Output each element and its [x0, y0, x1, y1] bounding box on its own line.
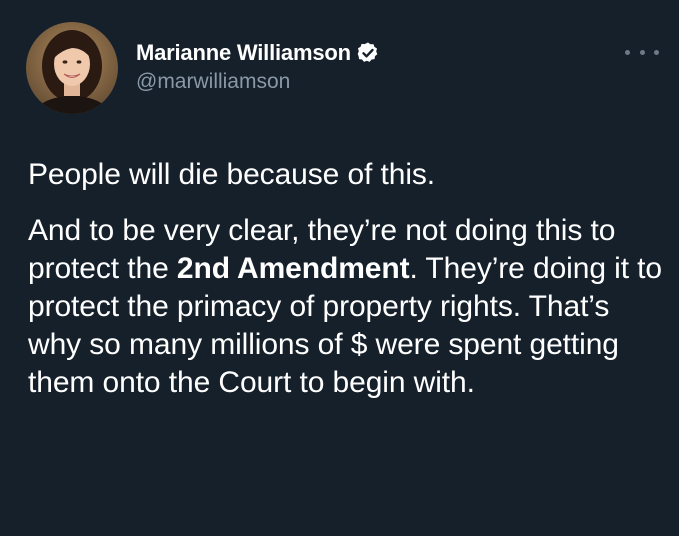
- tweet-text: People will die because of this. And to …: [28, 156, 665, 402]
- name-row: Marianne Williamson: [136, 38, 380, 68]
- tweet-card: Marianne Williamson @marwilliamson Peopl…: [0, 0, 679, 536]
- handle[interactable]: @marwilliamson: [136, 70, 380, 94]
- avatar[interactable]: [26, 22, 118, 114]
- more-dot: [639, 49, 645, 55]
- tweet-paragraph: People will die because of this.: [28, 158, 436, 191]
- verified-badge-icon: [356, 41, 380, 65]
- display-name[interactable]: Marianne Williamson: [136, 40, 351, 66]
- tweet-paragraph: And to be very clear, they’re not doing …: [28, 212, 665, 402]
- author-info: Marianne Williamson @marwilliamson: [136, 38, 380, 94]
- avatar-image: [26, 22, 118, 114]
- more-dot: [625, 49, 630, 55]
- more-horizontal-icon[interactable]: [625, 42, 659, 62]
- tweet-header: Marianne Williamson @marwilliamson: [26, 22, 659, 114]
- tweet-bold-text: 2nd Amendment: [176, 252, 410, 285]
- more-dot: [654, 49, 659, 55]
